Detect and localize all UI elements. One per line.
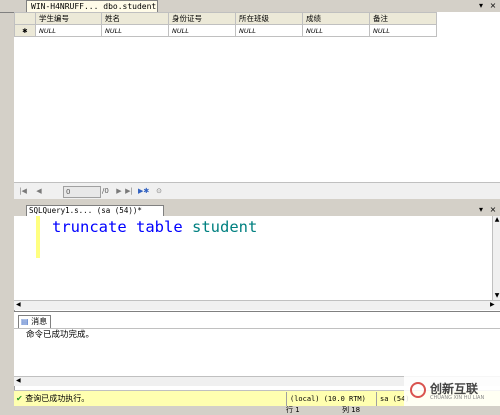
status-message: ✔ 查询已成功执行。 [16, 393, 89, 405]
table-cell[interactable]: NULL [168, 24, 236, 37]
watermark-subtitle: CHUANG XIN HU LIAN [430, 395, 485, 401]
results-table: 学生编号 姓名 身份证号 所在班级 成绩 备注 ✱ NULL NULL NULL… [14, 12, 437, 37]
table-cell[interactable]: NULL [35, 24, 102, 37]
results-grid: 学生编号 姓名 身份证号 所在班级 成绩 备注 ✱ NULL NULL NULL… [14, 12, 500, 182]
scroll-right-icon[interactable]: ▶ [490, 301, 495, 308]
table-header-row: 学生编号 姓名 身份证号 所在班级 成绩 备注 [14, 12, 437, 25]
messages-tab-label: 消息 [31, 317, 48, 326]
table-cell[interactable]: NULL [369, 24, 437, 37]
table-cell[interactable]: NULL [101, 24, 169, 37]
scroll-left-icon[interactable]: ◀ [16, 301, 21, 308]
editor-vertical-scrollbar[interactable]: ▲ ▼ [492, 216, 500, 300]
record-count: /0 [102, 187, 109, 195]
column-header[interactable]: 备注 [369, 12, 437, 25]
next-record-icon[interactable]: ▶ [114, 186, 124, 196]
sql-code-line[interactable]: truncate table student [52, 217, 257, 237]
column-header[interactable]: 姓名 [101, 12, 169, 25]
change-margin [36, 216, 40, 258]
table-identifier: student [192, 218, 258, 236]
first-record-icon[interactable]: |◀ [18, 186, 28, 196]
previous-record-icon[interactable]: ◀ [34, 186, 44, 196]
status-server: (local) (10.0 RTM) [286, 392, 378, 406]
grid-navigation-bar: |◀ ◀ 0 /0 ▶ ▶| ▶✱ ⊙ [14, 182, 500, 200]
document-tab[interactable]: WIN-H4NRUFF... dbo.student [26, 0, 158, 12]
scroll-up-icon[interactable]: ▲ [493, 216, 500, 224]
editor-horizontal-scrollbar[interactable]: ◀ ▶ [14, 300, 500, 310]
scroll-down-icon[interactable]: ▼ [493, 292, 500, 300]
close-icon[interactable]: × [488, 1, 498, 11]
dropdown-icon[interactable]: ▾ [476, 1, 486, 11]
column-indicator: 列 18 [342, 406, 361, 414]
success-check-icon: ✔ [16, 394, 23, 403]
left-rail [0, 12, 15, 406]
message-icon: ▤ [21, 317, 29, 326]
table-cell[interactable]: NULL [302, 24, 370, 37]
messages-tab[interactable]: ▤ 消息 [18, 315, 52, 328]
last-record-icon[interactable]: ▶| [124, 186, 134, 196]
table-row[interactable]: ✱ NULL NULL NULL NULL NULL NULL [14, 24, 437, 37]
column-header[interactable]: 学生编号 [35, 12, 102, 25]
bottom-status-strip: 行 1 列 18 [0, 406, 500, 415]
status-message-text: 查询已成功执行。 [25, 394, 90, 403]
dropdown-icon[interactable]: ▾ [476, 205, 486, 215]
brand-logo-icon [410, 382, 426, 398]
keyword-table: table [136, 218, 183, 236]
line-indicator: 行 1 [286, 406, 300, 414]
message-text: 命令已成功完成。 [26, 330, 95, 340]
keyword-truncate: truncate [52, 218, 127, 236]
table-cell[interactable]: NULL [235, 24, 303, 37]
column-header[interactable]: 所在班级 [235, 12, 303, 25]
corner-cell[interactable] [14, 12, 36, 25]
results-tab-strip: ▤ 消息 [14, 311, 500, 329]
close-icon[interactable]: × [488, 205, 498, 215]
column-header[interactable]: 身份证号 [168, 12, 236, 25]
query-tab[interactable]: SQLQuery1.s... (sa (54))* [26, 205, 164, 216]
new-record-icon[interactable]: ▶✱ [138, 186, 149, 196]
column-header[interactable]: 成绩 [302, 12, 370, 25]
stop-icon[interactable]: ⊙ [154, 186, 164, 196]
record-number-input[interactable]: 0 [63, 186, 101, 198]
scroll-left-icon[interactable]: ◀ [16, 377, 21, 384]
new-row-marker-icon[interactable]: ✱ [14, 24, 36, 37]
watermark: 创新互联 CHUANG XIN HU LIAN [404, 376, 500, 406]
